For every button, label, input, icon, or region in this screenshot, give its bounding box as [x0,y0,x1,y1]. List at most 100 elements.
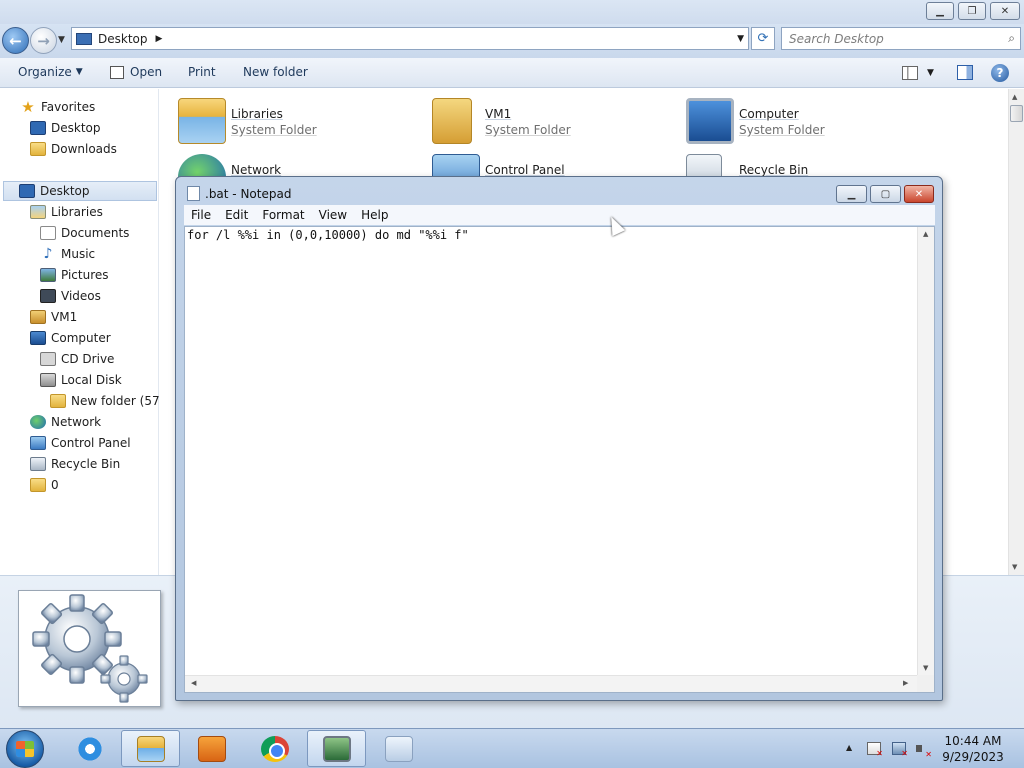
taskbar-notepad[interactable] [369,730,428,767]
nav-label: Music [61,247,96,261]
taskbar-chrome[interactable] [245,730,304,767]
nav-fav-desktop[interactable]: Desktop [30,118,101,138]
nav-videos[interactable]: Videos [40,286,101,306]
scroll-up-icon[interactable]: ▲ [1012,93,1017,101]
organize-button[interactable]: Organize ▼ [18,65,83,79]
downloads-folder-icon [30,142,46,156]
open-icon [110,65,124,79]
music-icon: ♪ [43,246,53,262]
notepad-content[interactable]: for /l %%i in (0,0,10000) do md "%%i f" [187,228,469,242]
notepad-close-button[interactable]: ✕ [904,185,934,203]
notepad-vertical-scrollbar[interactable]: ▲ ▼ [917,227,934,675]
nav-vm1[interactable]: VM1 [30,307,77,327]
menu-format[interactable]: Format [255,208,311,222]
vertical-scrollbar[interactable]: ▲ ▼ [1008,89,1024,575]
notepad-horizontal-scrollbar[interactable]: ◀ ▶ [185,675,917,692]
nav-label: Videos [61,289,101,303]
libraries-icon [178,98,226,144]
item-type: System Folder [739,123,825,137]
nav-desktop[interactable]: Desktop [3,181,157,201]
nav-computer[interactable]: Computer [30,328,111,348]
address-bar[interactable]: Desktop ▶ ▼ [71,27,749,50]
change-view-icon[interactable] [902,66,918,80]
notepad-minimize-button[interactable]: ▁ [836,185,867,203]
command-bar: Organize ▼ Open Print New folder ▼ ? [0,58,1024,88]
scroll-left-icon[interactable]: ◀ [191,679,196,687]
nav-pictures[interactable]: Pictures [40,265,109,285]
action-center-icon[interactable] [867,742,883,758]
recent-pages-dropdown-icon[interactable]: ▼ [58,35,65,45]
videos-icon [40,289,56,303]
volume-icon[interactable] [916,742,932,759]
menu-edit[interactable]: Edit [218,208,255,222]
nav-cd-drive[interactable]: CD Drive [40,349,114,369]
nav-documents[interactable]: Documents [40,223,129,243]
notepad-maximize-button[interactable]: ▢ [870,185,901,203]
search-input[interactable]: Search Desktop ⌕ [781,27,1021,50]
nav-label: New folder (57) [71,394,165,408]
item-vm1[interactable]: VM1 System Folder [414,92,654,144]
item-libraries[interactable]: Libraries System Folder [160,92,400,144]
nav-network[interactable]: Network [30,412,101,432]
back-button[interactable]: ← [2,27,29,54]
item-name: Computer [739,107,799,121]
clock[interactable]: 10:44 AM 9/29/2023 [940,733,1006,765]
scroll-right-icon[interactable]: ▶ [903,679,908,687]
address-location: Desktop [98,31,148,46]
nav-folder-0[interactable]: 0 [30,475,59,495]
help-button[interactable]: ? [991,64,1009,82]
refresh-button[interactable]: ⟳ [751,27,775,50]
breadcrumb-arrow-icon[interactable]: ▶ [156,34,163,44]
show-hidden-icons-icon[interactable]: ▲ [846,743,852,752]
scrollbar-thumb[interactable] [1010,105,1023,122]
resize-grip[interactable] [917,675,934,692]
taskbar-windows-explorer[interactable] [121,730,180,767]
scroll-up-icon[interactable]: ▲ [923,230,928,238]
print-button[interactable]: Print [188,65,216,79]
network-status-icon[interactable] [892,742,908,758]
preview-pane-button[interactable] [957,65,973,80]
search-icon[interactable]: ⌕ [1008,31,1015,46]
taskbar-media-player[interactable] [182,730,241,767]
nav-libraries[interactable]: Libraries [30,202,103,222]
start-button[interactable] [6,730,44,768]
nav-new-folder-57[interactable]: New folder (57) [50,391,164,411]
explorer-titlebar[interactable]: ▁ ❐ ✕ [0,0,1024,24]
close-button[interactable]: ✕ [990,2,1020,20]
nav-recycle-bin[interactable]: Recycle Bin [30,454,120,474]
folder-icon [50,394,66,408]
taskbar-internet-explorer[interactable] [60,730,119,767]
nav-control-panel[interactable]: Control Panel [30,433,131,453]
new-folder-button[interactable]: New folder [243,65,308,79]
notepad-menubar: File Edit Format View Help [184,205,935,225]
taskbar-task-manager[interactable] [307,730,366,767]
address-row: ← → ▼ Desktop ▶ ▼ ⟳ Search Desktop ⌕ [0,24,1024,58]
open-button[interactable]: Open [110,65,162,79]
open-label: Open [130,65,163,79]
nav-local-disk[interactable]: Local Disk [40,370,122,390]
scroll-down-icon[interactable]: ▼ [1012,563,1017,571]
nav-music[interactable]: ♪ Music [40,244,96,264]
item-name: Network [231,163,282,177]
view-options-dropdown-icon[interactable]: ▼ [927,68,934,78]
network-icon [30,415,46,429]
nav-label: Desktop [40,184,90,198]
item-computer[interactable]: Computer System Folder [668,92,908,144]
menu-help[interactable]: Help [354,208,395,222]
notepad-text-area[interactable]: for /l %%i in (0,0,10000) do md "%%i f" … [184,226,935,693]
address-dropdown-icon[interactable]: ▼ [737,34,744,44]
nav-label: Pictures [61,268,109,282]
scroll-down-icon[interactable]: ▼ [923,664,928,672]
nav-favorites[interactable]: ★ Favorites [20,97,95,117]
chevron-down-icon: ▼ [75,67,83,77]
gears-icon [32,594,148,703]
taskbar: ▲ 10:44 AM 9/29/2023 [0,728,1024,768]
menu-view[interactable]: View [312,208,354,222]
nav-downloads[interactable]: Downloads [30,139,117,159]
minimize-button[interactable]: ▁ [926,2,954,20]
item-name: Recycle Bin [739,163,809,177]
restore-button[interactable]: ❐ [958,2,986,20]
menu-file[interactable]: File [184,208,218,222]
computer-icon [686,98,734,144]
forward-button[interactable]: → [30,27,57,54]
